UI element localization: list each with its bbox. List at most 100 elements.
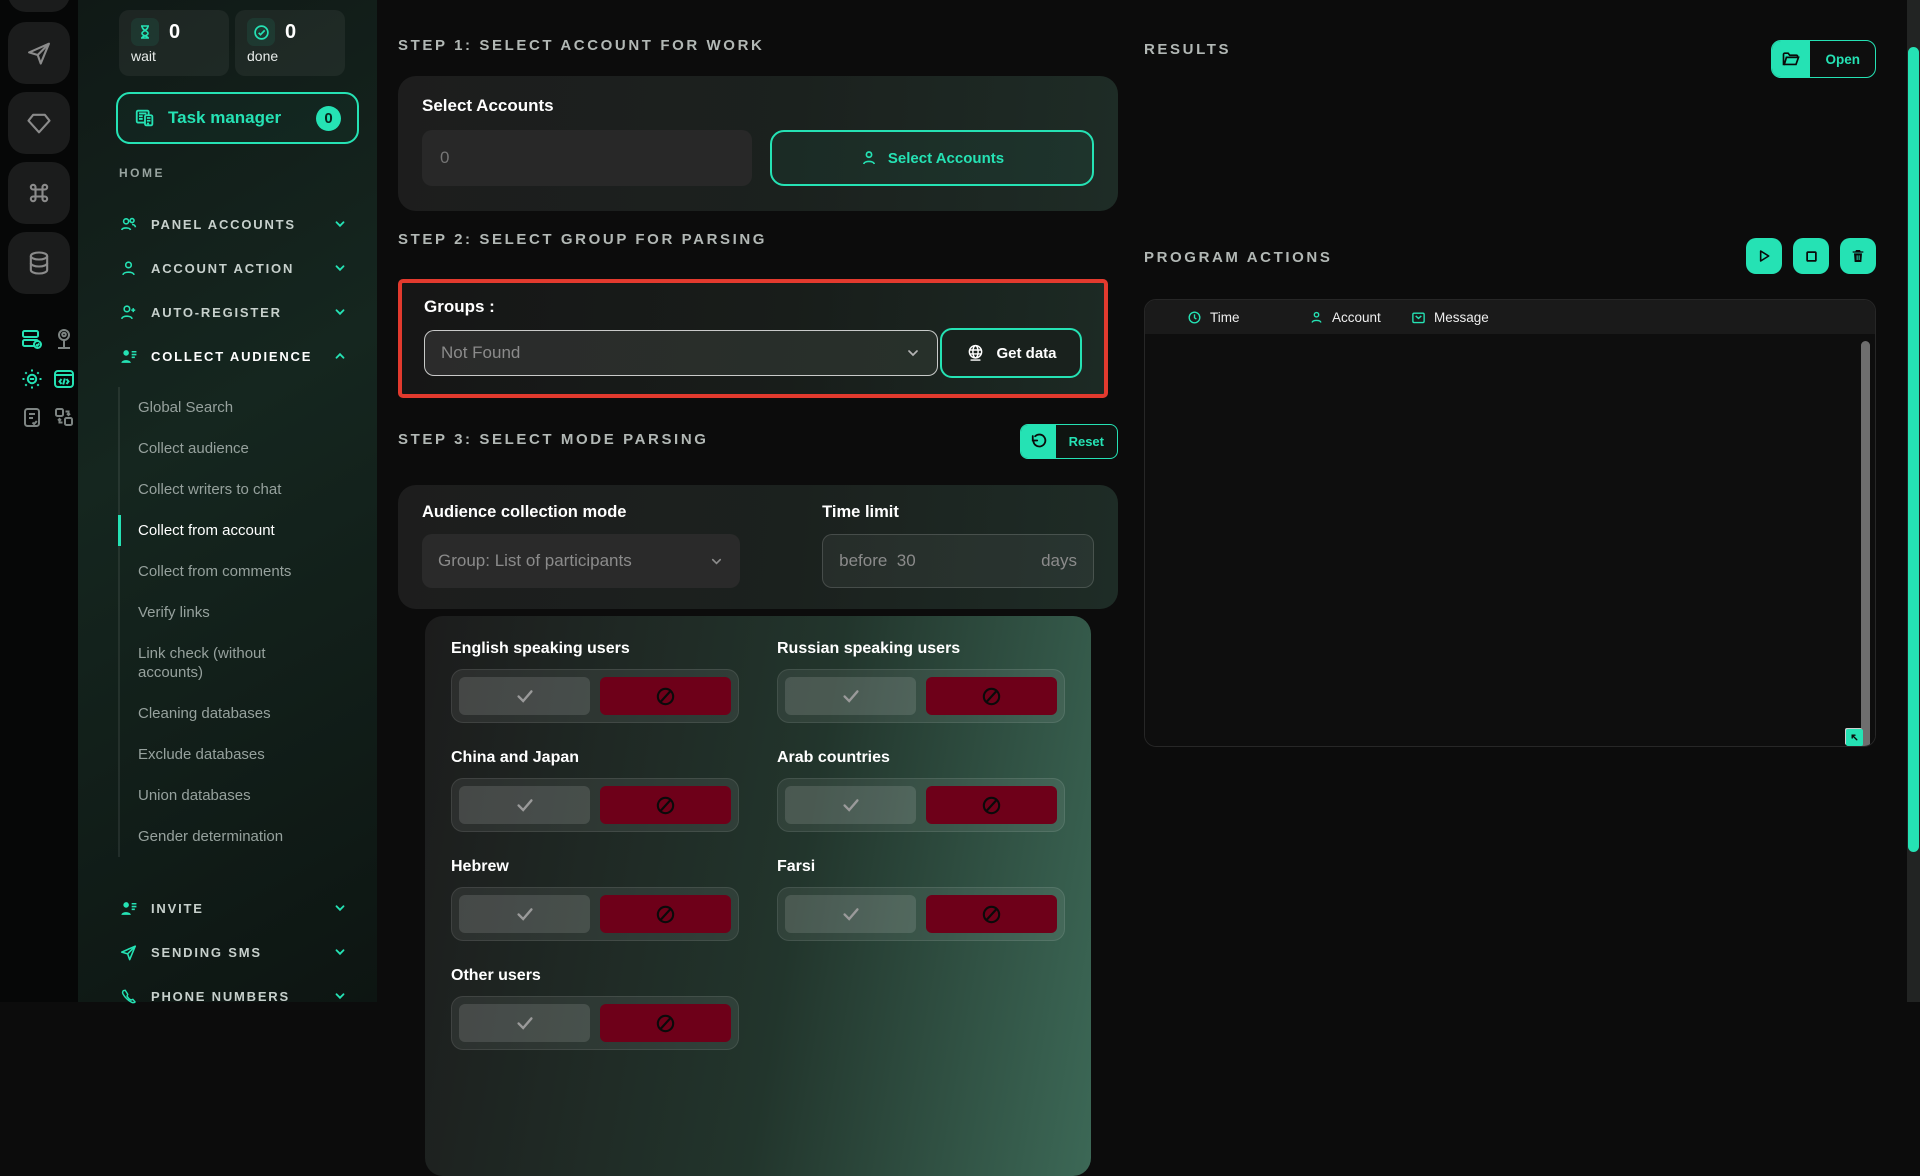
- rotate-ccw-icon: [1021, 425, 1056, 458]
- program-actions-table: Time Account Message: [1144, 299, 1876, 747]
- submenu-item-exclude-databases[interactable]: Exclude databases: [120, 734, 343, 775]
- open-results-button[interactable]: Open: [1771, 40, 1876, 78]
- sidebar-item-phone-numbers[interactable]: PHONE NUMBERS: [78, 974, 377, 1018]
- globe-icon: [965, 343, 986, 364]
- wait-count: 0: [169, 21, 180, 44]
- task-manager-button[interactable]: Task manager 0: [116, 92, 359, 144]
- allow-button[interactable]: [459, 677, 590, 715]
- sidebar-item-sending-sms[interactable]: SENDING SMS: [78, 930, 377, 974]
- language-filters-card: English speaking users Russian speaking …: [425, 616, 1091, 1176]
- allow-button[interactable]: [459, 1004, 590, 1042]
- submenu-item-verify-links[interactable]: Verify links: [120, 592, 343, 633]
- task-manager-label: Task manager: [168, 108, 281, 128]
- submenu-item-cleaning-databases[interactable]: Cleaning databases: [120, 693, 343, 734]
- allow-button[interactable]: [785, 786, 916, 824]
- user-list-icon: [119, 899, 138, 918]
- language-cell: English speaking users: [451, 640, 739, 723]
- column-time: Time: [1187, 310, 1309, 325]
- resize-arrow-icon: [1849, 732, 1860, 743]
- database-button[interactable]: [8, 232, 70, 294]
- sidebar-item-label: ACCOUNT ACTION: [151, 261, 294, 276]
- sidebar-item-label: PANEL ACCOUNTS: [151, 217, 296, 232]
- reset-button-label: Reset: [1056, 425, 1117, 458]
- ban-button[interactable]: [600, 786, 731, 824]
- step2-card-highlighted: Groups : Not Found Get data: [398, 279, 1108, 398]
- allow-button[interactable]: [459, 786, 590, 824]
- user-icon: [860, 149, 878, 167]
- sidebar-item-account-action[interactable]: ACCOUNT ACTION: [78, 246, 377, 290]
- groups-select[interactable]: Not Found: [424, 330, 938, 376]
- user-icon: [119, 259, 138, 278]
- ban-button[interactable]: [600, 677, 731, 715]
- allow-button[interactable]: [785, 677, 916, 715]
- results-title: RESULTS: [1144, 41, 1231, 58]
- done-label: done: [247, 48, 333, 64]
- sidebar-item-label: SENDING SMS: [151, 945, 262, 960]
- sidebar-item-invite[interactable]: INVITE: [78, 886, 377, 930]
- language-cell: Other users: [451, 967, 739, 1050]
- language-cell: Farsi: [777, 858, 1065, 941]
- swap-icon[interactable]: [51, 404, 77, 430]
- ban-button[interactable]: [600, 895, 731, 933]
- submenu-item-collect-from-account[interactable]: Collect from account: [120, 510, 343, 551]
- clipboard-check-icon[interactable]: [19, 404, 45, 430]
- select-accounts-button[interactable]: Select Accounts: [770, 130, 1094, 186]
- rail-partial-button[interactable]: [8, 0, 70, 12]
- chevron-down-icon: [333, 901, 347, 915]
- sidebar-item-auto-register[interactable]: AUTO-REGISTER: [78, 290, 377, 334]
- chevron-down-icon: [333, 217, 347, 231]
- table-scrollbar-thumb[interactable]: [1861, 341, 1870, 747]
- allow-button[interactable]: [785, 895, 916, 933]
- server-check-icon[interactable]: [19, 326, 45, 352]
- code-window-icon[interactable]: [51, 366, 77, 392]
- page-scrollbar-thumb[interactable]: [1908, 47, 1919, 852]
- sidebar-item-label: PHONE NUMBERS: [151, 989, 290, 1004]
- command-button[interactable]: [8, 162, 70, 224]
- ban-button[interactable]: [926, 895, 1057, 933]
- reset-button[interactable]: Reset: [1020, 424, 1118, 459]
- submenu-item-gender-determination[interactable]: Gender determination: [120, 816, 343, 857]
- wait-counter-card: 0 wait: [119, 10, 229, 76]
- stop-button[interactable]: [1793, 238, 1829, 274]
- chevron-down-icon: [333, 945, 347, 959]
- delete-button[interactable]: [1840, 238, 1876, 274]
- play-button[interactable]: [1746, 238, 1782, 274]
- play-icon: [1756, 248, 1772, 264]
- language-cell: Russian speaking users: [777, 640, 1065, 723]
- accounts-count-input[interactable]: [422, 130, 752, 186]
- diamond-icon: [25, 109, 53, 137]
- wait-label: wait: [131, 48, 217, 64]
- send-button[interactable]: [8, 22, 70, 84]
- time-limit-input[interactable]: before 30 days: [822, 534, 1094, 588]
- submenu-item-link-check[interactable]: Link check (without accounts): [120, 633, 343, 693]
- sidebar-item-panel-accounts[interactable]: PANEL ACCOUNTS: [78, 202, 377, 246]
- chevron-down-icon: [709, 554, 724, 569]
- submenu-item-collect-audience[interactable]: Collect audience: [120, 428, 343, 469]
- command-icon: [25, 179, 53, 207]
- language-cell: China and Japan: [451, 749, 739, 832]
- sidebar-menu-bottom: INVITE SENDING SMS PHONE NUMBERS: [78, 886, 377, 1018]
- get-data-button[interactable]: Get data: [940, 328, 1082, 378]
- column-label: Time: [1210, 310, 1240, 325]
- ban-button[interactable]: [926, 786, 1057, 824]
- sidebar-item-collect-audience[interactable]: COLLECT AUDIENCE: [78, 334, 377, 378]
- diamond-button[interactable]: [8, 92, 70, 154]
- language-label: Other users: [451, 967, 739, 985]
- clock-icon: [1187, 310, 1202, 325]
- done-count: 0: [285, 21, 296, 44]
- page-scrollbar[interactable]: [1907, 0, 1920, 1002]
- submenu-item-collect-from-comments[interactable]: Collect from comments: [120, 551, 343, 592]
- ban-button[interactable]: [926, 677, 1057, 715]
- mode-select[interactable]: Group: List of participants: [422, 534, 740, 588]
- gear-icon[interactable]: [19, 366, 45, 392]
- webcam-icon[interactable]: [51, 326, 77, 352]
- submenu-item-global-search[interactable]: Global Search: [120, 387, 343, 428]
- submenu-item-collect-writers[interactable]: Collect writers to chat: [120, 469, 343, 510]
- collect-audience-submenu: Global Search Collect audience Collect w…: [118, 387, 343, 857]
- resize-handle[interactable]: [1846, 729, 1863, 746]
- ban-button[interactable]: [600, 1004, 731, 1042]
- submenu-item-union-databases[interactable]: Union databases: [120, 775, 343, 816]
- allow-button[interactable]: [459, 895, 590, 933]
- language-label: Russian speaking users: [777, 640, 1065, 658]
- language-toggle: [451, 778, 739, 832]
